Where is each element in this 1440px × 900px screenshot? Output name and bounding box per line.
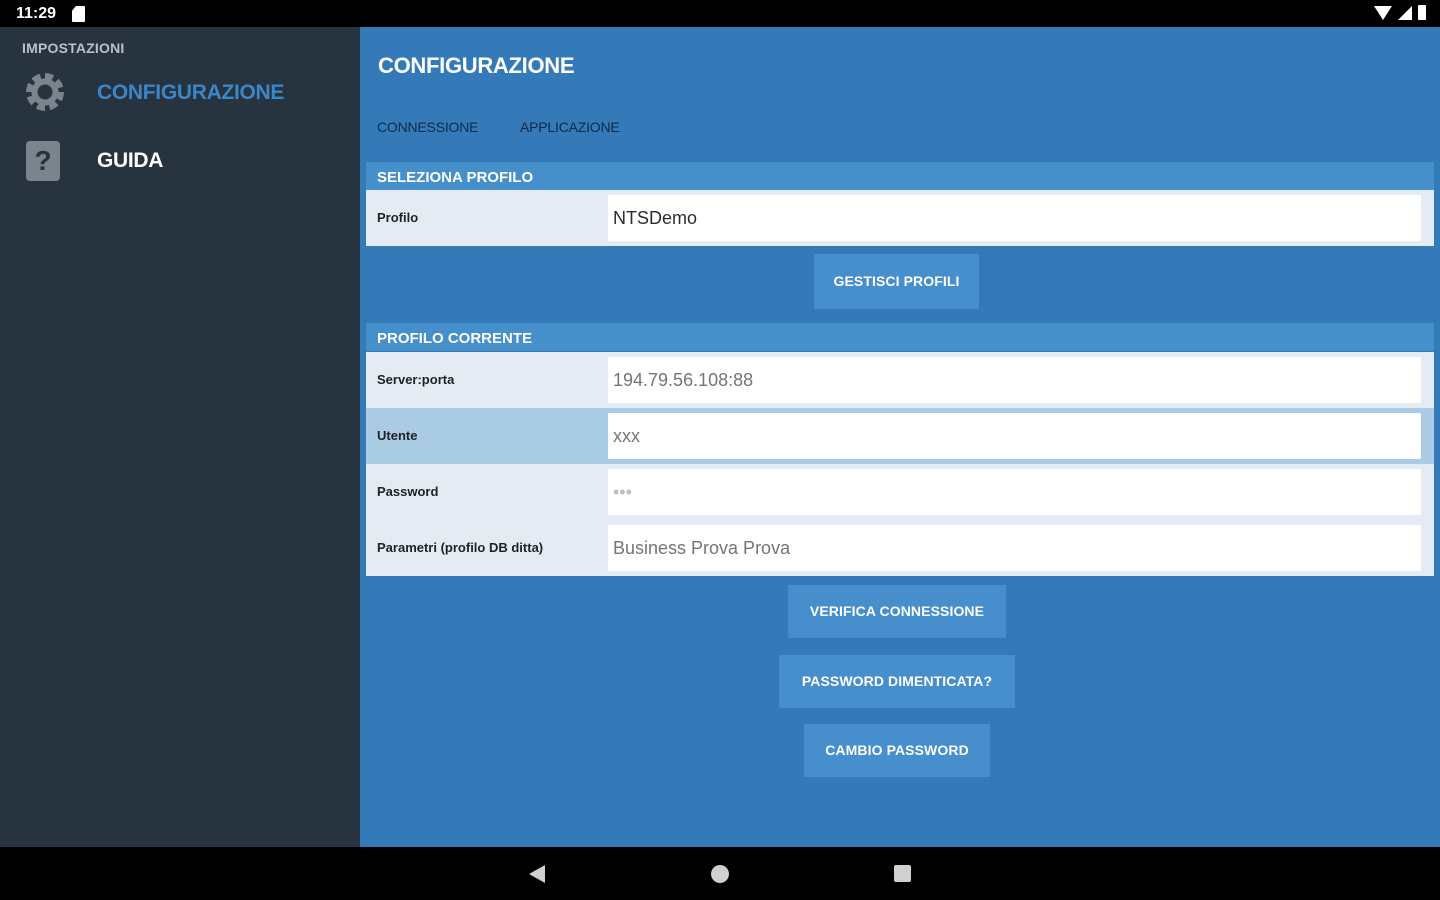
home-icon[interactable] bbox=[711, 865, 729, 883]
tab-connessione[interactable]: CONNESSIONE bbox=[377, 119, 478, 135]
server-port-row: Server:porta bbox=[366, 352, 1434, 408]
signal-icon bbox=[1398, 5, 1412, 20]
sidebar-header: IMPOSTAZIONI bbox=[22, 40, 125, 56]
help-icon: ? bbox=[26, 141, 66, 181]
manage-profiles-button[interactable]: GESTISCI PROFILI bbox=[814, 254, 979, 309]
user-label: Utente bbox=[377, 428, 418, 443]
navigation-bar bbox=[0, 847, 1440, 900]
profile-row: Profilo bbox=[366, 190, 1434, 246]
back-icon[interactable] bbox=[529, 865, 545, 883]
change-password-button[interactable]: CAMBIO PASSWORD bbox=[804, 724, 990, 777]
db-params-row: Parametri (profilo DB ditta) bbox=[366, 520, 1434, 576]
db-params-label: Parametri (profilo DB ditta) bbox=[377, 540, 544, 555]
sd-card-icon bbox=[72, 6, 85, 22]
page-title: CONFIGURAZIONE bbox=[378, 53, 575, 78]
server-port-label: Server:porta bbox=[377, 372, 455, 387]
verify-connection-button[interactable]: VERIFICA CONNESSIONE bbox=[788, 585, 1006, 638]
profile-select[interactable] bbox=[608, 195, 1421, 241]
forgot-password-button[interactable]: PASSWORD DIMENTICATA? bbox=[779, 655, 1015, 708]
password-row: Password bbox=[366, 464, 1434, 520]
password-field[interactable] bbox=[608, 469, 1421, 515]
db-params-field[interactable] bbox=[608, 525, 1421, 571]
sidebar-item-guida[interactable]: ? GUIDA bbox=[0, 133, 360, 193]
password-label: Password bbox=[377, 484, 439, 499]
user-row: Utente bbox=[366, 408, 1434, 464]
server-port-field[interactable] bbox=[608, 357, 1421, 403]
status-bar: 11:29 bbox=[0, 0, 1440, 27]
recent-apps-icon[interactable] bbox=[894, 865, 911, 882]
section-header-current-profile: PROFILO CORRENTE bbox=[366, 323, 1434, 351]
sidebar-item-label: CONFIGURAZIONE bbox=[97, 81, 285, 104]
sidebar-item-configurazione[interactable]: CONFIGURAZIONE bbox=[0, 65, 360, 125]
user-field[interactable] bbox=[608, 413, 1421, 459]
main-panel: CONFIGURAZIONE CONNESSIONE APPLICAZIONE … bbox=[360, 27, 1440, 847]
status-time: 11:29 bbox=[16, 5, 57, 22]
status-icons bbox=[1374, 5, 1426, 20]
sidebar-item-label: GUIDA bbox=[97, 149, 164, 172]
battery-icon bbox=[1418, 5, 1426, 20]
gear-icon bbox=[26, 73, 66, 113]
wifi-icon bbox=[1374, 5, 1392, 20]
tab-applicazione[interactable]: APPLICAZIONE bbox=[520, 119, 620, 135]
sidebar: IMPOSTAZIONI CONFIGURAZIONE ? GUIDA bbox=[0, 27, 360, 847]
profile-label: Profilo bbox=[377, 210, 419, 225]
section-header-select-profile: SELEZIONA PROFILO bbox=[366, 162, 1434, 190]
